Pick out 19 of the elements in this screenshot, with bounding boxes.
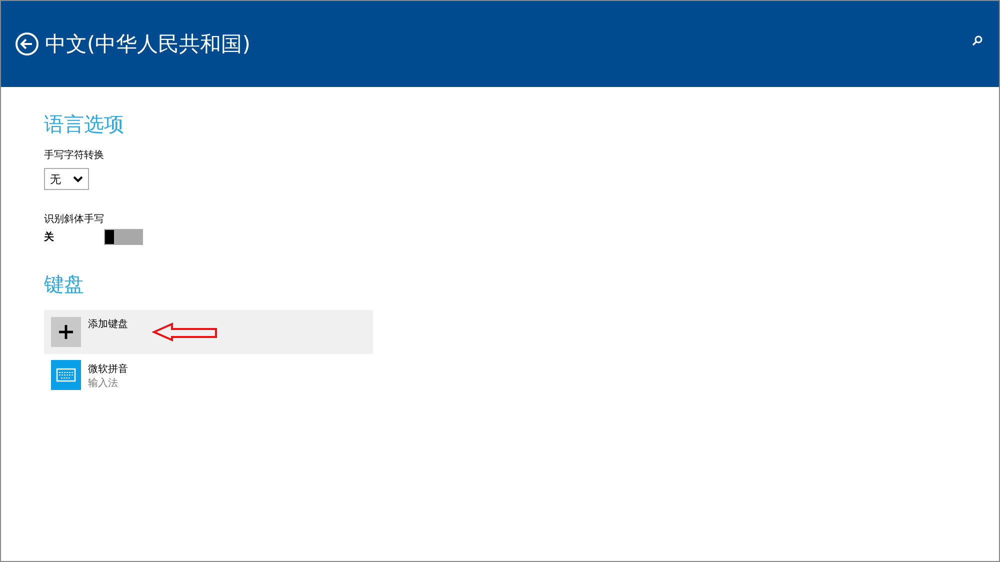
toggle-state: 关	[44, 230, 54, 244]
keyboard-item[interactable]: 添加键盘	[44, 310, 373, 354]
keyboard-title: 添加键盘	[88, 318, 128, 331]
section-heading: 键盘	[44, 271, 85, 298]
setting-label: 手写字符转换	[44, 148, 105, 162]
plus-icon	[51, 317, 81, 347]
toggle-switch[interactable]	[104, 229, 143, 245]
keyboard-icon	[51, 360, 81, 390]
keyboard-subtitle: 输入法	[88, 376, 119, 390]
page-title: 中文(中华人民共和国)	[45, 31, 250, 58]
search-icon[interactable]	[972, 34, 983, 46]
back-icon[interactable]	[15, 32, 39, 56]
keyboard-title: 微软拼音	[88, 362, 128, 376]
arrow-annotation	[152, 322, 220, 342]
keyboard-item[interactable]: 微软拼音 输入法	[44, 354, 373, 398]
section-heading: 语言选项	[44, 111, 125, 138]
chevron-icon	[73, 176, 83, 182]
setting-label: 识别斜体手写	[44, 212, 105, 226]
conversion-dropdown[interactable]: 无	[44, 168, 89, 190]
